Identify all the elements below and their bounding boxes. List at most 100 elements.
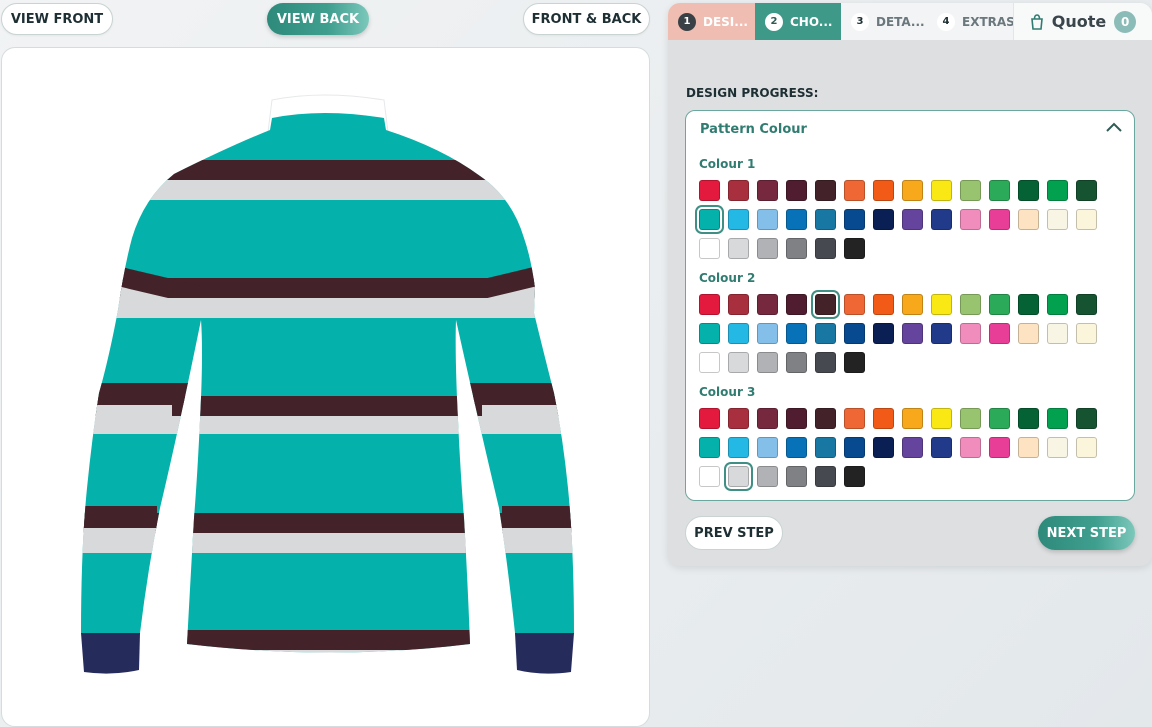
colour-swatch[interactable] <box>989 209 1010 230</box>
colour-swatch[interactable] <box>1018 180 1039 201</box>
chevron-up-icon[interactable] <box>1106 122 1122 132</box>
colour-swatch[interactable] <box>728 209 749 230</box>
colour-swatch[interactable] <box>815 180 836 201</box>
colour-swatch[interactable] <box>931 437 952 458</box>
colour-swatch[interactable] <box>728 238 749 259</box>
colour-swatch[interactable] <box>815 238 836 259</box>
colour-swatch[interactable] <box>699 408 720 429</box>
colour-swatch[interactable] <box>1076 180 1097 201</box>
colour-swatch[interactable] <box>815 466 836 487</box>
colour-swatch[interactable] <box>728 352 749 373</box>
tab-step-4[interactable]: 4 EXTRAS <box>927 3 1013 40</box>
colour-swatch[interactable] <box>786 466 807 487</box>
next-step-button[interactable]: NEXT STEP <box>1038 516 1135 550</box>
colour-swatch[interactable] <box>960 209 981 230</box>
colour-swatch[interactable] <box>873 294 894 315</box>
colour-swatch[interactable] <box>902 180 923 201</box>
front-back-button[interactable]: FRONT & BACK <box>523 3 650 35</box>
colour-swatch[interactable] <box>931 209 952 230</box>
colour-swatch[interactable] <box>844 180 865 201</box>
colour-swatch[interactable] <box>873 209 894 230</box>
colour-swatch[interactable] <box>902 323 923 344</box>
colour-swatch[interactable] <box>786 238 807 259</box>
colour-swatch[interactable] <box>728 294 749 315</box>
tab-step-1[interactable]: 1 DESI... <box>668 3 755 40</box>
colour-swatch[interactable] <box>786 408 807 429</box>
colour-swatch[interactable] <box>1018 209 1039 230</box>
colour-swatch[interactable] <box>844 209 865 230</box>
colour-swatch[interactable] <box>989 323 1010 344</box>
colour-swatch[interactable] <box>786 352 807 373</box>
colour-swatch[interactable] <box>728 437 749 458</box>
colour-swatch[interactable] <box>757 408 778 429</box>
view-back-button[interactable]: VIEW BACK <box>267 3 369 35</box>
colour-swatch[interactable] <box>1047 294 1068 315</box>
colour-swatch[interactable] <box>699 294 720 315</box>
colour-swatch[interactable] <box>699 238 720 259</box>
colour-swatch[interactable] <box>699 180 720 201</box>
colour-swatch[interactable] <box>1018 408 1039 429</box>
colour-swatch[interactable] <box>960 294 981 315</box>
colour-swatch[interactable] <box>1076 209 1097 230</box>
colour-swatch[interactable] <box>1018 294 1039 315</box>
colour-swatch[interactable] <box>989 180 1010 201</box>
colour-swatch[interactable] <box>1047 209 1068 230</box>
quote-button[interactable]: Quote 0 <box>1013 3 1152 40</box>
tab-step-2[interactable]: 2 CHO... <box>755 3 841 40</box>
colour-swatch[interactable] <box>1076 437 1097 458</box>
colour-swatch[interactable] <box>960 437 981 458</box>
colour-swatch[interactable] <box>902 408 923 429</box>
colour-swatch[interactable] <box>1047 437 1068 458</box>
colour-swatch[interactable] <box>902 209 923 230</box>
colour-swatch[interactable] <box>699 352 720 373</box>
colour-swatch[interactable] <box>931 294 952 315</box>
colour-swatch[interactable] <box>757 437 778 458</box>
colour-swatch[interactable] <box>1047 408 1068 429</box>
colour-swatch[interactable] <box>989 437 1010 458</box>
colour-swatch[interactable] <box>989 408 1010 429</box>
colour-swatch[interactable] <box>844 294 865 315</box>
colour-swatch[interactable] <box>728 408 749 429</box>
colour-swatch[interactable] <box>757 323 778 344</box>
colour-swatch[interactable] <box>844 323 865 344</box>
colour-swatch[interactable] <box>931 323 952 344</box>
colour-swatch[interactable] <box>699 323 720 344</box>
colour-swatch[interactable] <box>786 437 807 458</box>
colour-swatch[interactable] <box>873 437 894 458</box>
colour-swatch[interactable] <box>757 352 778 373</box>
colour-swatch[interactable] <box>960 323 981 344</box>
colour-swatch[interactable] <box>844 408 865 429</box>
colour-swatch[interactable] <box>699 466 720 487</box>
colour-swatch[interactable] <box>844 466 865 487</box>
colour-swatch[interactable] <box>931 180 952 201</box>
colour-swatch[interactable] <box>1076 294 1097 315</box>
colour-swatch[interactable] <box>931 408 952 429</box>
tab-step-3[interactable]: 3 DETA... <box>841 3 927 40</box>
prev-step-button[interactable]: PREV STEP <box>685 516 783 550</box>
colour-swatch[interactable] <box>815 323 836 344</box>
colour-swatch[interactable] <box>815 437 836 458</box>
colour-swatch[interactable] <box>728 180 749 201</box>
colour-swatch[interactable] <box>844 238 865 259</box>
colour-swatch[interactable] <box>757 294 778 315</box>
colour-swatch[interactable] <box>1047 180 1068 201</box>
colour-swatch[interactable] <box>815 408 836 429</box>
view-front-button[interactable]: VIEW FRONT <box>1 3 113 35</box>
colour-swatch[interactable] <box>699 209 720 230</box>
colour-swatch[interactable] <box>1018 437 1039 458</box>
colour-swatch[interactable] <box>815 352 836 373</box>
colour-swatch[interactable] <box>786 323 807 344</box>
colour-swatch[interactable] <box>1018 323 1039 344</box>
colour-swatch[interactable] <box>786 294 807 315</box>
colour-swatch[interactable] <box>902 294 923 315</box>
colour-swatch[interactable] <box>699 437 720 458</box>
colour-swatch[interactable] <box>728 466 749 487</box>
colour-swatch[interactable] <box>786 209 807 230</box>
colour-swatch[interactable] <box>960 180 981 201</box>
colour-swatch[interactable] <box>1076 323 1097 344</box>
colour-swatch[interactable] <box>1047 323 1068 344</box>
colour-swatch[interactable] <box>960 408 981 429</box>
colour-swatch[interactable] <box>757 238 778 259</box>
colour-swatch[interactable] <box>757 466 778 487</box>
colour-swatch[interactable] <box>1076 408 1097 429</box>
